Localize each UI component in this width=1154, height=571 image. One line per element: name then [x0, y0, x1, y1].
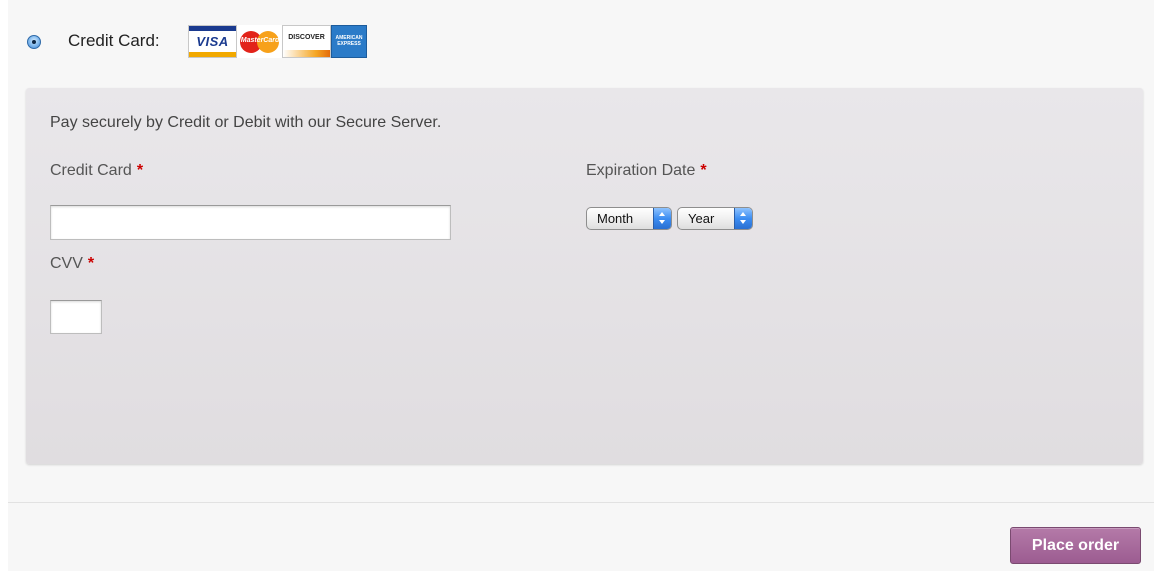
card-logos: VISA MasterCard DISCOVER AMERICAN EXPRES…	[188, 25, 367, 58]
select-arrows-icon	[734, 208, 752, 229]
panel-description: Pay securely by Credit or Debit with our…	[50, 114, 442, 131]
credit-card-label-text: Credit Card	[50, 162, 132, 179]
credit-card-label: Credit Card *	[50, 162, 143, 180]
expiration-year-select[interactable]: Year	[677, 207, 753, 230]
year-select-value: Year	[688, 211, 715, 226]
visa-logo-icon: VISA	[188, 25, 237, 58]
required-marker: *	[87, 255, 95, 272]
cvv-input[interactable]	[50, 300, 102, 334]
credit-card-method-label[interactable]: Credit Card:	[68, 31, 160, 51]
amex-logo-text: AMERICAN EXPRESS	[335, 35, 363, 47]
credit-card-number-input[interactable]	[50, 205, 451, 240]
mastercard-logo-text: MasterCard	[240, 37, 280, 44]
mastercard-logo-icon: MasterCard	[237, 25, 282, 58]
checkout-payment-page: Credit Card: VISA MasterCard DISCOVER AM…	[8, 0, 1154, 571]
expiration-month-select[interactable]: Month	[586, 207, 672, 230]
cvv-label: CVV *	[50, 255, 94, 273]
visa-logo-text: VISA	[196, 34, 229, 49]
credit-card-panel: Pay securely by Credit or Debit with our…	[26, 88, 1143, 464]
select-arrows-icon	[653, 208, 671, 229]
expiration-date-label-text: Expiration Date	[586, 162, 696, 179]
required-marker: *	[136, 162, 144, 179]
footer-divider	[8, 502, 1154, 503]
discover-logo-text: DISCOVER	[288, 34, 325, 41]
required-marker: *	[700, 162, 707, 179]
month-select-value: Month	[597, 211, 634, 226]
amex-logo-icon: AMERICAN EXPRESS	[331, 25, 367, 58]
discover-logo-icon: DISCOVER	[282, 25, 331, 58]
expiration-date-label: Expiration Date *	[586, 162, 707, 180]
cvv-label-text: CVV	[50, 255, 83, 272]
payment-method-row: Credit Card: VISA MasterCard DISCOVER AM…	[8, 0, 1154, 84]
credit-card-radio[interactable]	[27, 35, 41, 49]
place-order-button[interactable]: Place order	[1010, 527, 1141, 564]
